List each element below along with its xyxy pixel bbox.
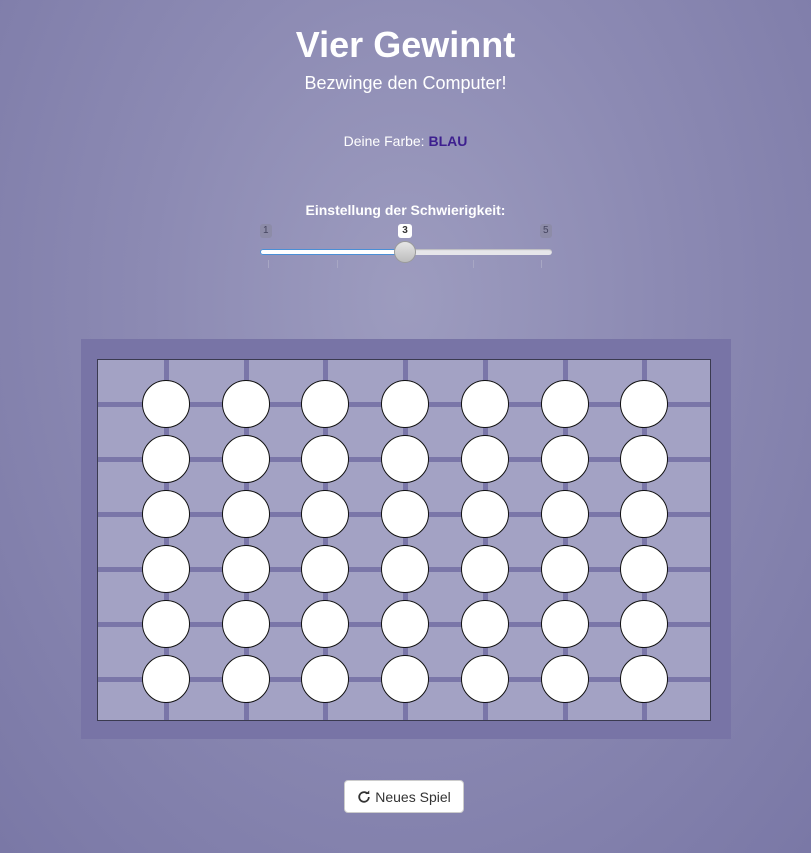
board-slot[interactable] bbox=[142, 490, 190, 538]
board-slot[interactable] bbox=[620, 490, 669, 538]
board-slot[interactable] bbox=[301, 600, 350, 648]
board-slot[interactable] bbox=[221, 380, 270, 428]
board-slot[interactable] bbox=[381, 600, 430, 648]
difficulty-max-label: 5 bbox=[540, 224, 552, 238]
player-color: Deine Farbe: BLAU bbox=[0, 133, 811, 149]
board-slot[interactable] bbox=[301, 655, 350, 703]
board-slot[interactable] bbox=[381, 490, 430, 538]
board-slot[interactable] bbox=[460, 655, 509, 703]
difficulty-label: Einstellung der Schwierigkeit: bbox=[305, 202, 506, 218]
slider-scale-mark bbox=[473, 260, 474, 268]
board-slot[interactable] bbox=[460, 435, 509, 483]
player-color-label: Deine Farbe: bbox=[343, 133, 425, 149]
board-slot[interactable] bbox=[221, 490, 270, 538]
board-slot[interactable] bbox=[381, 545, 430, 593]
board-slot[interactable] bbox=[620, 435, 669, 483]
board-slot[interactable] bbox=[301, 435, 350, 483]
board-slot[interactable] bbox=[620, 380, 669, 428]
board-slot[interactable] bbox=[301, 490, 350, 538]
board-slot[interactable] bbox=[620, 545, 669, 593]
board-slot[interactable] bbox=[142, 545, 190, 593]
board-slot[interactable] bbox=[460, 600, 509, 648]
new-game-button[interactable]: Neues Spiel bbox=[344, 780, 464, 813]
game-board[interactable] bbox=[97, 359, 711, 721]
board-slot[interactable] bbox=[142, 380, 190, 428]
board-slot[interactable] bbox=[381, 655, 430, 703]
board-slot[interactable] bbox=[221, 435, 270, 483]
board-slot[interactable] bbox=[301, 380, 350, 428]
difficulty-min-label: 1 bbox=[260, 224, 272, 238]
difficulty-current-label: 3 bbox=[398, 224, 412, 238]
slider-handle[interactable] bbox=[394, 241, 416, 263]
board-slot[interactable] bbox=[221, 600, 270, 648]
new-game-label: Neues Spiel bbox=[375, 788, 451, 805]
board-slot[interactable] bbox=[381, 435, 430, 483]
slider-scale-mark bbox=[541, 260, 542, 268]
board-slot[interactable] bbox=[142, 600, 190, 648]
board-slot[interactable] bbox=[381, 380, 430, 428]
board-slot[interactable] bbox=[620, 655, 669, 703]
game-board-frame bbox=[81, 339, 731, 739]
board-slot[interactable] bbox=[142, 655, 190, 703]
board-slot[interactable] bbox=[460, 490, 509, 538]
board-slot[interactable] bbox=[460, 545, 509, 593]
board-slot[interactable] bbox=[460, 380, 509, 428]
board-slot[interactable] bbox=[540, 435, 589, 483]
board-slot[interactable] bbox=[540, 380, 589, 428]
page-title: Vier Gewinnt bbox=[295, 24, 516, 65]
board-slot[interactable] bbox=[221, 545, 270, 593]
refresh-icon bbox=[358, 789, 370, 803]
board-slot[interactable] bbox=[221, 655, 270, 703]
slider-scale-mark bbox=[337, 260, 338, 268]
player-color-value: BLAU bbox=[428, 133, 468, 149]
board-slot[interactable] bbox=[301, 545, 350, 593]
board-slot[interactable] bbox=[540, 600, 589, 648]
board-slot[interactable] bbox=[540, 490, 589, 538]
board-slot[interactable] bbox=[540, 545, 589, 593]
slider-scale-mark bbox=[268, 260, 269, 268]
difficulty-slider[interactable]: 1 3 5 bbox=[258, 222, 554, 282]
page-subtitle: Bezwinge den Computer! bbox=[304, 73, 507, 93]
slider-track-fill bbox=[260, 249, 406, 255]
board-slot[interactable] bbox=[620, 600, 669, 648]
board-slot[interactable] bbox=[540, 655, 589, 703]
board-slot[interactable] bbox=[142, 435, 190, 483]
